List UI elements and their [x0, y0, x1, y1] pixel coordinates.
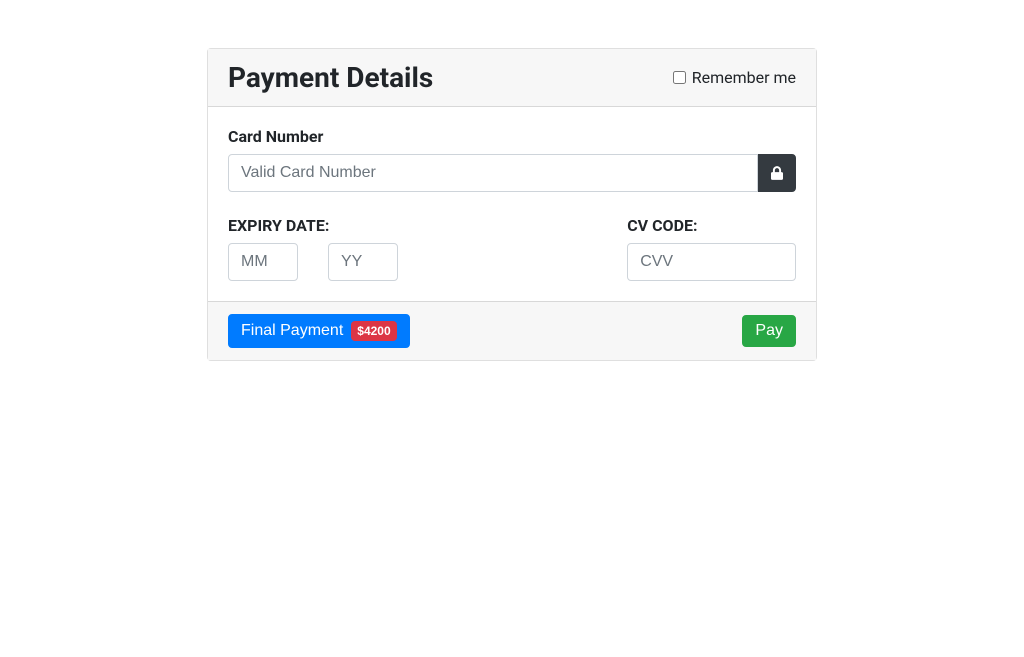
- card-body: Card Number EXPIRY DATE:: [208, 107, 816, 301]
- expiry-label: EXPIRY DATE:: [228, 216, 597, 235]
- lock-addon: [758, 154, 796, 192]
- amount-badge: $4200: [351, 321, 396, 341]
- page-title: Payment Details: [228, 61, 433, 94]
- cv-section: CV CODE:: [597, 216, 796, 281]
- year-input[interactable]: [328, 243, 398, 281]
- remember-me-text: Remember me: [692, 68, 796, 87]
- final-payment-label: Final Payment: [241, 322, 343, 340]
- cvv-input[interactable]: [627, 243, 796, 281]
- card-header: Payment Details Remember me: [208, 49, 816, 107]
- lock-icon: [771, 166, 783, 180]
- card-number-label: Card Number: [228, 127, 796, 146]
- final-payment-button[interactable]: Final Payment $4200: [228, 314, 410, 348]
- expiry-section: EXPIRY DATE:: [228, 216, 597, 281]
- remember-me-checkbox[interactable]: [673, 71, 686, 84]
- pay-button-label: Pay: [755, 322, 783, 340]
- pay-button[interactable]: Pay: [742, 315, 796, 347]
- payment-card: Payment Details Remember me Card Number …: [207, 48, 817, 361]
- remember-me-label[interactable]: Remember me: [673, 68, 796, 87]
- card-number-group: [228, 154, 796, 192]
- month-input[interactable]: [228, 243, 298, 281]
- card-number-input[interactable]: [228, 154, 758, 192]
- cv-label: CV CODE:: [627, 216, 796, 235]
- card-footer: Final Payment $4200 Pay: [208, 301, 816, 360]
